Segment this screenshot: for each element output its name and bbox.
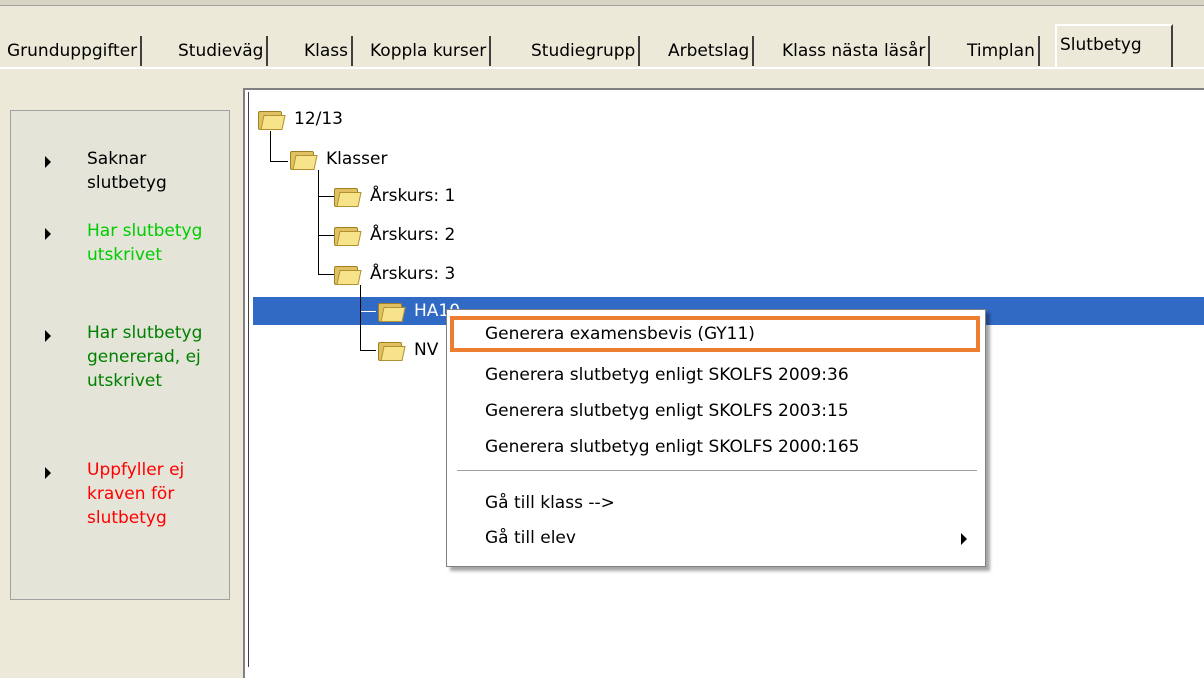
tree-connector — [360, 311, 376, 312]
folder-icon — [258, 111, 286, 130]
folder-icon — [378, 303, 406, 322]
folder-icon — [290, 151, 318, 170]
legend-label: Uppfyller ej kraven för slutbetyg — [87, 460, 185, 528]
legend-label: Har slutbetyg genererad, ej utskrivet — [87, 323, 203, 391]
triangle-right-icon — [45, 467, 51, 479]
context-menu: Generera examensbevis (GY11) Generera sl… — [446, 309, 986, 567]
folder-icon — [334, 227, 362, 246]
tree-connector — [360, 297, 361, 325]
tree-connector — [270, 131, 271, 161]
menu-item-ga-till-elev[interactable]: Gå till elev — [447, 521, 985, 555]
tree-connector — [270, 161, 288, 162]
menu-item-label: Generera slutbetyg enligt SKOLFS 2009:36 — [485, 365, 849, 385]
menu-separator — [457, 470, 977, 472]
tab-panel-border — [0, 67, 1204, 69]
folder-icon — [334, 266, 362, 285]
legend-label: Har slutbetyg utskrivet — [87, 221, 203, 265]
triangle-right-icon — [45, 330, 51, 342]
submenu-arrow-icon — [961, 533, 967, 545]
tree-connector — [318, 170, 319, 275]
tree-connector — [318, 196, 334, 197]
tab-arbetslag[interactable]: Arbetslag — [665, 36, 755, 66]
menu-item-ga-till-klass[interactable]: Gå till klass --> — [447, 486, 985, 520]
tree-connector — [318, 235, 334, 236]
menu-item-slutbetyg-2009[interactable]: Generera slutbetyg enligt SKOLFS 2009:36 — [447, 358, 985, 392]
tree-node-label: Årskurs: 2 — [370, 225, 456, 245]
tab-grunduppgifter[interactable]: Grunduppgifter — [4, 36, 143, 66]
tree-connector — [360, 350, 376, 351]
tree-node-label: Årskurs: 1 — [370, 186, 456, 206]
tab-klass[interactable]: Klass — [301, 36, 354, 66]
tab-studiegrupp[interactable]: Studiegrupp — [528, 36, 641, 66]
menu-item-label: Generera examensbevis (GY11) — [485, 324, 755, 344]
tab-klass-nasta-lasar[interactable]: Klass nästa läsår — [779, 36, 931, 66]
tree-node-label: Klasser — [326, 149, 388, 169]
tab-studievag[interactable]: Studieväg — [175, 36, 269, 66]
folder-icon — [334, 188, 362, 207]
menu-item-label: Generera slutbetyg enligt SKOLFS 2000:16… — [485, 437, 860, 457]
triangle-right-icon — [45, 156, 51, 168]
window-top-border — [0, 0, 1204, 6]
menu-item-label: Gå till elev — [485, 528, 576, 548]
tab-timplan[interactable]: Timplan — [964, 36, 1040, 66]
menu-item-slutbetyg-2000[interactable]: Generera slutbetyg enligt SKOLFS 2000:16… — [447, 430, 985, 464]
menu-item-label: Generera slutbetyg enligt SKOLFS 2003:15 — [485, 401, 849, 421]
tree-node-label: 12/13 — [294, 109, 343, 129]
triangle-right-icon — [45, 228, 51, 240]
tab-slutbetyg[interactable]: Slutbetyg — [1055, 24, 1173, 68]
menu-item-generera-examensbevis[interactable]: Generera examensbevis (GY11) — [450, 316, 980, 352]
tab-bar: Grunduppgifter Studieväg Klass Koppla ku… — [0, 22, 1204, 68]
folder-icon — [378, 342, 406, 361]
tree-node-label: NV — [414, 340, 439, 360]
tab-koppla-kurser[interactable]: Koppla kurser — [367, 36, 492, 66]
legend-label: Saknar slutbetyg — [87, 149, 167, 193]
menu-item-label: Gå till klass --> — [485, 493, 615, 513]
legend-panel: Saknar slutbetyg Har slutbetyg utskrivet… — [10, 110, 230, 600]
tree-border — [248, 92, 249, 667]
menu-item-slutbetyg-2003[interactable]: Generera slutbetyg enligt SKOLFS 2003:15 — [447, 394, 985, 428]
tree-connector — [318, 274, 334, 275]
tree-node-label: Årskurs: 3 — [370, 264, 456, 284]
